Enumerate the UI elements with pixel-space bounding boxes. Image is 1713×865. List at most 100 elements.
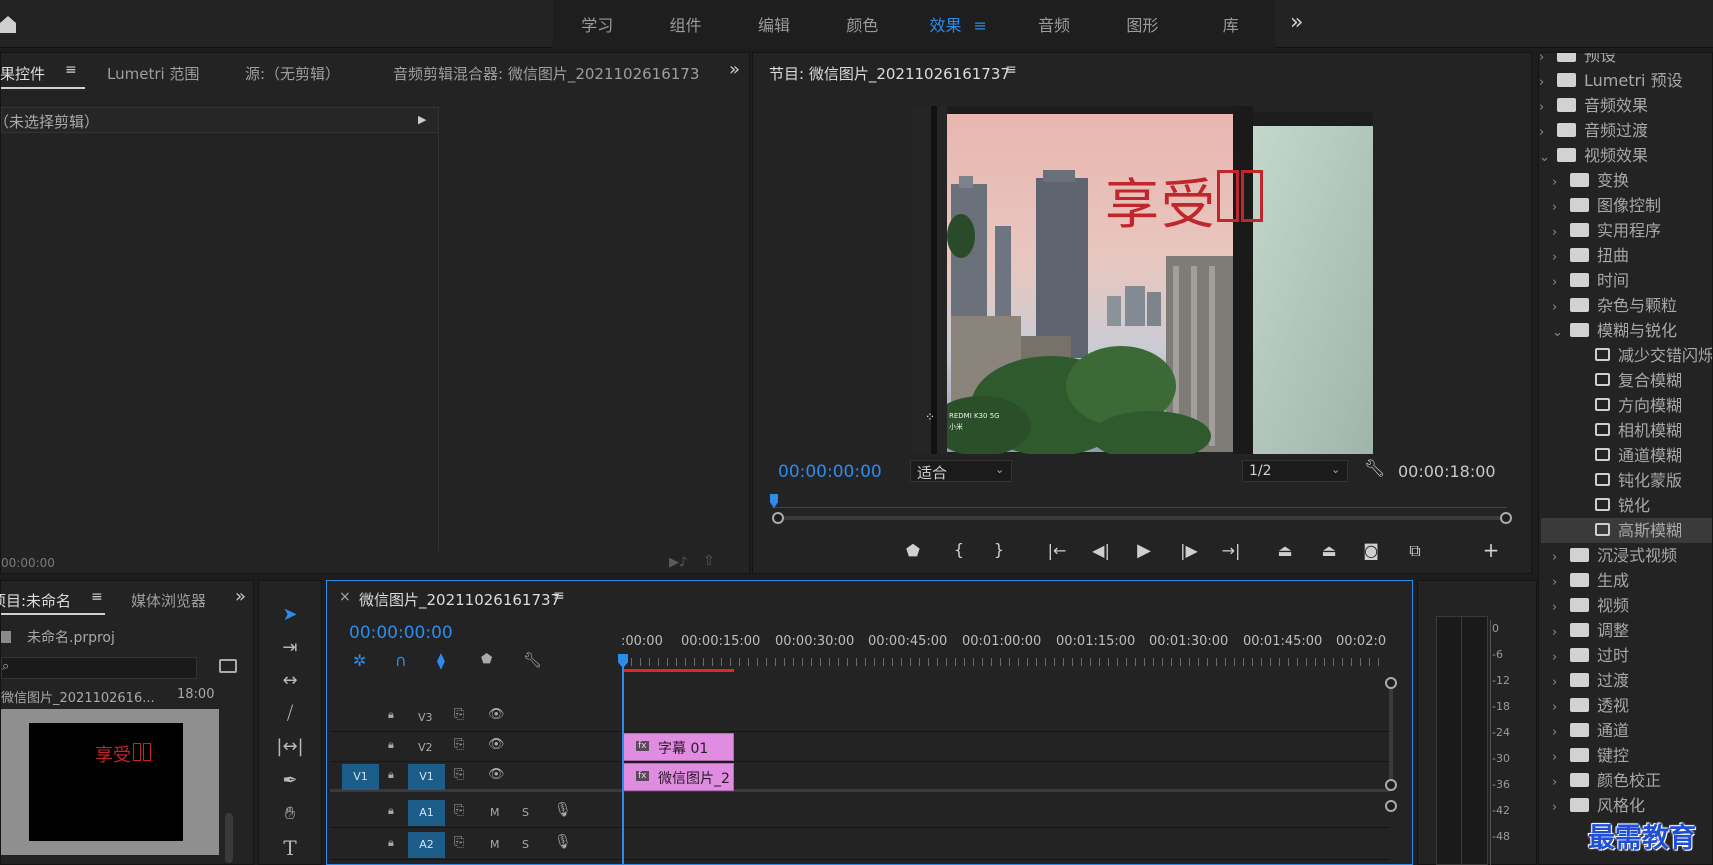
sync-lock-icon[interactable]: ⎘ (454, 737, 464, 752)
chevron-right-icon[interactable]: › (1552, 170, 1570, 195)
timeline-clip[interactable]: fx 字幕 01 (623, 733, 734, 761)
effects-folder[interactable]: › 音频效果 (1539, 93, 1712, 120)
workspace-tab-assembly[interactable]: 组件 (641, 12, 729, 36)
program-mini-ruler[interactable] (772, 500, 1507, 508)
tab-project[interactable]: 项目:未命名 (0, 590, 71, 611)
timeline-ruler-ticks[interactable] (622, 658, 1387, 666)
track-target-a2[interactable]: A2 (408, 832, 445, 858)
mark-in-icon[interactable]: { (946, 540, 972, 559)
play-icon[interactable]: ▶ (1131, 540, 1157, 561)
hand-tool-icon[interactable]: ✋︎ (270, 803, 310, 831)
go-to-in-icon[interactable]: |← (1044, 541, 1070, 560)
chevron-right-icon[interactable]: › (1552, 245, 1570, 270)
effects-folder[interactable]: › 颜色校正 (1552, 768, 1712, 795)
effects-folder[interactable]: ⌄ 模糊与锐化 (1552, 318, 1712, 345)
panel-overflow-icon[interactable]: » (235, 586, 246, 607)
project-search-input[interactable]: ⌕ (1, 657, 197, 679)
add-marker-icon[interactable]: ⬟ (900, 541, 926, 560)
home-icon[interactable] (0, 14, 18, 34)
lock-icon[interactable]: 🔒︎ (388, 804, 394, 818)
find-icon[interactable] (219, 659, 237, 673)
vertical-zoom-bar[interactable] (1389, 684, 1393, 784)
chevron-right-icon[interactable]: › (1552, 595, 1570, 620)
timeline-current-timecode[interactable]: 00:00:00:00 (349, 623, 453, 643)
sync-lock-icon[interactable]: ⎘ (454, 835, 464, 850)
selection-tool-icon[interactable]: ➤ (270, 604, 310, 632)
microphone-icon[interactable]: 🎙︎ (554, 802, 572, 818)
add-button-icon[interactable]: + (1478, 538, 1504, 562)
chevron-right-icon[interactable]: › (1552, 220, 1570, 245)
sync-lock-icon[interactable]: ⎘ (454, 803, 464, 818)
workspace-tab-libraries[interactable]: 库 (1187, 12, 1275, 36)
effects-folder[interactable]: › 沉浸式视频 (1552, 543, 1712, 568)
effect-item[interactable]: 锐化 (1565, 493, 1712, 518)
chevron-down-icon[interactable]: ⌄ (1552, 320, 1570, 345)
chevron-right-icon[interactable]: › (1552, 670, 1570, 695)
zoom-handle-left[interactable] (772, 512, 784, 524)
zoom-handle-right[interactable] (1500, 512, 1512, 524)
effect-item[interactable]: 高斯模糊 (1541, 518, 1712, 543)
more-workspaces-icon[interactable]: » (1290, 10, 1303, 35)
chevron-right-icon[interactable]: › (1539, 95, 1557, 120)
sync-lock-icon[interactable]: ⎘ (454, 707, 464, 722)
nest-toggle-icon[interactable]: ✲ (353, 651, 366, 670)
project-scrollbar[interactable] (225, 813, 233, 863)
solo-button[interactable]: S (522, 806, 529, 819)
chevron-right-icon[interactable]: › (1552, 795, 1570, 820)
effects-folder[interactable]: › 预设 (1539, 53, 1712, 68)
step-back-icon[interactable]: ◀| (1088, 541, 1114, 560)
type-tool-icon[interactable]: T (270, 836, 310, 864)
export-frame-icon[interactable]: ⇧ (703, 553, 715, 569)
go-to-out-icon[interactable]: →| (1218, 541, 1244, 560)
timeline-settings-wrench-icon[interactable]: 🔧︎ (523, 651, 542, 669)
chevron-right-icon[interactable]: › (1552, 270, 1570, 295)
effects-folder[interactable]: › 变换 (1552, 168, 1712, 195)
eye-icon[interactable]: 👁︎ (488, 767, 505, 782)
tab-audio-clip-mixer[interactable]: 音频剪辑混合器: 微信图片_20211026161737 (393, 63, 699, 84)
wrench-icon[interactable]: 🔧︎ (1364, 459, 1386, 479)
chevron-right-icon[interactable]: › (1552, 770, 1570, 795)
effects-folder[interactable]: › 过时 (1552, 643, 1712, 668)
ripple-edit-tool-icon[interactable]: ↔ (270, 670, 310, 698)
tab-effect-controls[interactable]: 效果控件 (0, 63, 45, 84)
lock-icon[interactable]: 🔒︎ (388, 738, 394, 752)
workspace-tab-learn[interactable]: 学习 (553, 12, 641, 36)
effects-folder[interactable]: › 视频 (1552, 593, 1712, 620)
vertical-zoom-handle[interactable] (1385, 677, 1397, 689)
chevron-right-icon[interactable]: › (1539, 120, 1557, 145)
tab-media-browser[interactable]: 媒体浏览器 (131, 590, 205, 611)
chevron-down-icon[interactable]: ⌄ (1539, 145, 1557, 170)
tab-menu-icon[interactable]: ≡ (65, 62, 77, 78)
effect-item[interactable]: 通道模糊 (1565, 443, 1712, 468)
effect-item[interactable]: 方向模糊 (1565, 393, 1712, 418)
mute-button[interactable]: M (490, 838, 500, 851)
solo-button[interactable]: S (522, 838, 529, 851)
fit-select[interactable]: 适合 ⌄ (910, 460, 1012, 482)
effects-folder[interactable]: › 音频过渡 (1539, 118, 1712, 145)
work-area-bar[interactable] (622, 669, 734, 672)
workspace-tab-graphics[interactable]: 图形 (1098, 12, 1186, 36)
effects-folder[interactable]: › 扭曲 (1552, 243, 1712, 270)
tab-source[interactable]: 源:（无剪辑） (245, 63, 340, 84)
chevron-right-icon[interactable]: › (1552, 720, 1570, 745)
lock-icon[interactable]: 🔒︎ (388, 836, 394, 850)
workspace-tab-color[interactable]: 颜色 (818, 12, 906, 36)
export-frame-camera-icon[interactable]: ◙ (1358, 541, 1384, 560)
panel-overflow-icon[interactable]: » (729, 59, 740, 80)
slip-tool-icon[interactable]: |↔| (270, 736, 310, 764)
track-target-a1[interactable]: A1 (408, 800, 445, 826)
effects-folder[interactable]: › Lumetri 预设 (1539, 68, 1712, 93)
program-menu-icon[interactable]: ≡ (1005, 62, 1017, 78)
effects-folder[interactable]: › 实用程序 (1552, 218, 1712, 245)
expand-arrow-icon[interactable]: ▶ (418, 113, 426, 126)
timeline-sequence-tab[interactable]: 微信图片_20211026161737 (359, 589, 560, 610)
track-target-v1[interactable]: V1 (408, 764, 445, 790)
effects-folder[interactable]: ⌄ 视频效果 (1539, 143, 1712, 170)
add-marker-icon[interactable]: ⬟ (481, 652, 492, 667)
effects-folder[interactable]: › 生成 (1552, 568, 1712, 593)
program-zoom-bar[interactable] (778, 516, 1508, 520)
chevron-right-icon[interactable]: › (1552, 620, 1570, 645)
vertical-zoom-handle[interactable] (1385, 800, 1397, 812)
step-forward-icon[interactable]: |▶ (1176, 541, 1202, 560)
effects-folder[interactable]: › 图像控制 (1552, 193, 1712, 218)
